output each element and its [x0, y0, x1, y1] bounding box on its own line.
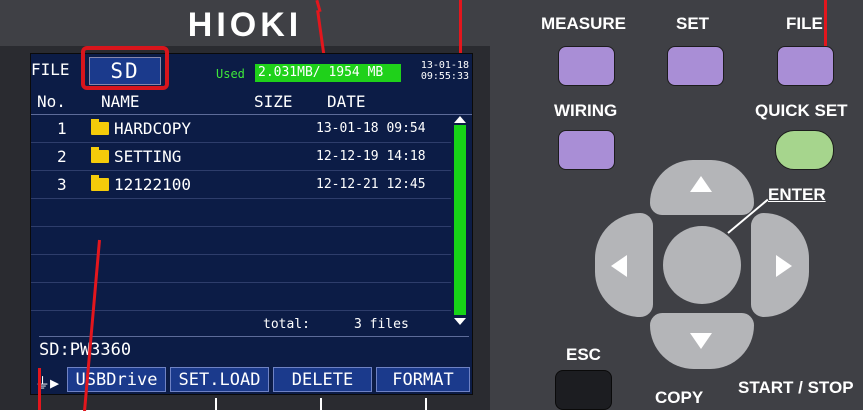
scrollbar[interactable] [454, 116, 466, 325]
empty-row [31, 199, 451, 227]
wiring-button[interactable] [558, 130, 615, 170]
esc-button[interactable] [555, 370, 612, 410]
row-number: 1 [57, 119, 67, 138]
sd-tab-highlight [81, 46, 169, 90]
start-stop-label: START / STOP [738, 378, 854, 397]
total-label: total: [263, 317, 310, 332]
used-capacity: 2.031MB/ 1954 MB [255, 64, 401, 82]
brand-logo: HIOKI [187, 6, 303, 44]
file-label: FILE [786, 14, 823, 33]
measure-label: MEASURE [541, 14, 627, 33]
column-size: SIZE [254, 92, 293, 111]
function-key-bar: ⏚▶ USBDrive SET.LOAD DELETE FORMAT [31, 365, 472, 394]
total-value: 3 files [354, 317, 409, 332]
left-arrow-icon [611, 255, 627, 277]
file-screen-label: FILE [31, 60, 70, 79]
esc-label: ESC [566, 345, 601, 364]
set-button[interactable] [667, 46, 724, 86]
file-date: 12-12-19 14:18 [316, 149, 426, 164]
column-header-row: No. NAME SIZE DATE [31, 90, 472, 115]
annotation-leader [38, 368, 41, 410]
file-name: SETTING [114, 147, 182, 166]
copy-label: COPY [655, 388, 704, 407]
empty-row [31, 227, 451, 255]
file-row[interactable]: 3 12122100 12-12-21 12:45 [31, 171, 451, 199]
down-arrow-icon [690, 333, 712, 349]
scroll-down-arrow-icon [454, 318, 466, 325]
column-date: DATE [327, 92, 366, 111]
folder-icon [91, 147, 109, 163]
measure-button[interactable] [558, 46, 615, 86]
clock: 13-01-18 09:55:33 [411, 60, 469, 82]
current-path: SD:PW3360 [39, 336, 469, 364]
column-no: No. [37, 92, 66, 111]
wiring-label: WIRING [554, 101, 618, 120]
folder-icon [91, 119, 109, 135]
row-number: 3 [57, 175, 67, 194]
file-date: 12-12-21 12:45 [316, 177, 426, 192]
instrument-panel: HIOKI FILE SD Used 2.031MB/ 1954 MB 13-0… [0, 0, 863, 411]
enter-button[interactable] [663, 226, 741, 304]
file-row[interactable]: 2 SETTING 12-12-19 14:18 [31, 143, 451, 171]
fkey-format[interactable]: FORMAT [376, 367, 470, 392]
clock-date: 13-01-18 [420, 60, 469, 71]
key-tick [320, 398, 322, 410]
fkey-set-load[interactable]: SET.LOAD [170, 367, 269, 392]
used-label: Used [216, 67, 245, 81]
file-row[interactable]: 1 HARDCOPY 13-01-18 09:54 [31, 115, 451, 143]
fkey-usbdrive[interactable]: USBDrive [67, 367, 166, 392]
file-date: 13-01-18 09:54 [316, 121, 426, 136]
scrollbar-thumb[interactable] [454, 125, 466, 315]
enter-label: ENTER [768, 185, 826, 204]
column-name: NAME [101, 92, 140, 111]
file-name: HARDCOPY [114, 119, 192, 138]
key-tick [215, 398, 217, 410]
quick-set-button[interactable] [775, 130, 834, 170]
file-name: 12122100 [114, 175, 192, 194]
scroll-up-arrow-icon [454, 116, 466, 123]
quick-set-label: QUICK SET [755, 101, 848, 120]
fkey-delete[interactable]: DELETE [273, 367, 372, 392]
up-arrow-icon [690, 176, 712, 192]
folder-icon [91, 175, 109, 191]
set-label: SET [676, 14, 710, 33]
row-number: 2 [57, 147, 67, 166]
clock-time: 09:55:33 [420, 71, 469, 82]
key-tick [425, 398, 427, 410]
right-arrow-icon [776, 255, 792, 277]
lcd-screen: FILE SD Used 2.031MB/ 1954 MB 13-01-18 0… [30, 46, 473, 395]
file-button[interactable] [777, 46, 834, 86]
